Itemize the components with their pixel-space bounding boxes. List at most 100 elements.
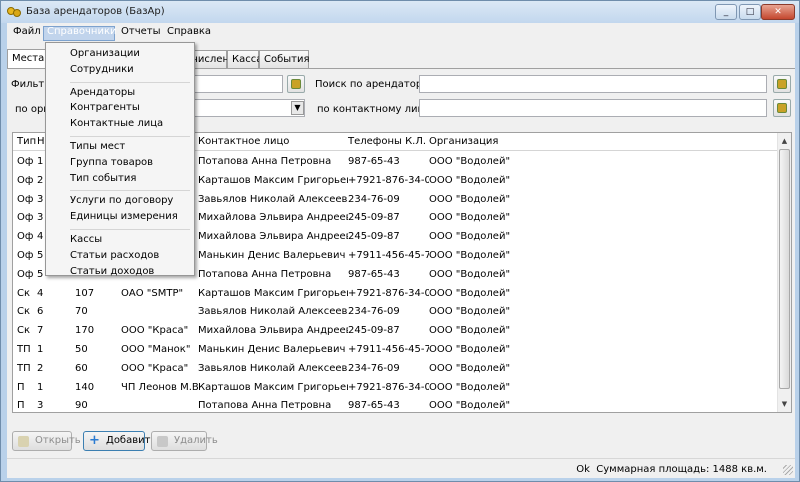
plus-icon: + [89,433,100,448]
table-cell: Михайлова Эльвира Андреевна [198,212,348,224]
close-button[interactable]: ✕ [761,4,795,20]
tab-places[interactable]: Места [7,49,47,68]
menu-separator [70,81,190,83]
table-cell: ООО "Водолей" [429,362,511,374]
table-cell: Завьялов Николай Алексеевич [198,362,348,374]
table-cell: 6 [37,306,44,318]
org-label: по орг [15,104,49,115]
delete-label: Удалить [174,435,218,446]
trash-icon [157,436,168,447]
dropdown-item[interactable]: Единицы измерения [70,211,178,222]
contact-search-input[interactable] [419,99,767,117]
app-icon [7,7,21,17]
search-icon [777,103,787,113]
org-combobox[interactable] [187,99,305,117]
table-cell: ООО "Водолей" [429,250,511,261]
dropdown-item[interactable]: Типы мест [70,141,125,152]
table-cell: ООО "Водолей" [429,325,511,337]
chevron-down-icon[interactable]: ▼ [291,101,304,115]
search-tenant-input[interactable] [419,75,767,93]
table-cell: 7 [37,325,44,337]
status-area: Суммарная площадь: 1488 кв.м. [596,464,767,475]
table-row[interactable]: Ск 7 170 ООО "Краса" Михайлова Эльвира Андре… [13,321,778,340]
vertical-scrollbar[interactable]: ▲ ▼ [777,133,791,412]
table-row[interactable]: П 1 140 ЧП Леонов М.В. Карташов Максим Григо… [13,378,778,397]
application-window: База арендаторов (БазАр) _ □ ✕ Файл Спра… [0,0,800,482]
table-cell: 234-76-09 [348,193,400,205]
minimize-button[interactable]: _ [715,4,737,20]
search-icon [777,79,787,89]
header-phones[interactable]: Телефоны К.Л. [348,136,426,147]
table-cell: ТП [17,344,31,355]
table-cell: 234-76-09 [348,362,400,374]
menu-separator [70,136,190,137]
tab-events[interactable]: События [259,50,310,68]
table-cell: +7921-876-34-09 [348,174,429,186]
menu-separator [70,190,190,192]
scroll-up-icon[interactable]: ▲ [779,134,790,148]
menu-references[interactable]: Справочники [47,26,117,37]
table-row[interactable]: ТП 1 50 ООО "Манок" Манькин Денис Валерьевич… [13,340,778,359]
table-cell: Оф [17,174,34,186]
resize-grip[interactable] [783,465,793,475]
table-cell: 140 [75,381,95,393]
add-label: Добавить [106,435,157,446]
table-cell: 90 [75,400,88,412]
table-cell: Потапова Анна Петровна [198,156,332,167]
scroll-thumb[interactable] [779,149,790,389]
add-button[interactable]: + Добавить [83,431,156,451]
maximize-button[interactable]: □ [739,4,761,20]
search-tenant-label: Поиск по арендатору: [315,79,432,90]
table-cell: Карташов Максим Григорьевич [198,174,348,186]
title-bar[interactable]: База арендаторов (БазАр) _ □ ✕ [1,1,799,23]
dropdown-item[interactable]: Группа товаров [70,157,153,168]
table-cell: ООО "Водолей" [429,268,511,280]
dropdown-item[interactable]: Арендаторы [70,87,135,98]
menu-file[interactable]: Файл [13,26,41,37]
table-cell: ООО "Водолей" [429,231,511,243]
table-cell: 70 [75,306,88,318]
status-ok: Ok [576,464,590,475]
dropdown-item[interactable]: Тип события [70,173,136,184]
table-cell: Ск [17,306,31,318]
table-cell: +7911-456-45-78 [348,250,429,261]
dropdown-item[interactable]: Организации [70,48,140,59]
delete-button[interactable]: Удалить [151,431,218,451]
dropdown-item[interactable]: Контрагенты [70,102,140,113]
dropdown-item[interactable]: Сотрудники [70,64,134,75]
table-row[interactable]: ТП 2 60 ООО "Краса" Завьялов Николай Алексее… [13,359,778,378]
table-row[interactable]: П 3 90 Потапова Анна Петровна 987-65-43 ООО "… [13,396,778,412]
search-tenant-button[interactable] [773,75,791,93]
dropdown-item[interactable]: Статьи доходов [70,266,154,277]
table-cell: +7921-876-34-09 [348,287,429,299]
header-organization[interactable]: Организация [429,136,498,147]
table-cell: ТП [17,362,31,374]
open-button[interactable]: Открыть [12,431,81,451]
filter-input[interactable] [187,75,283,93]
dropdown-item[interactable]: Контактные лица [70,118,163,129]
table-cell: Потапова Анна Петровна [198,268,332,280]
table-row[interactable]: Ск 6 70 Завьялов Николай Алексеевич 234-76-0… [13,302,778,321]
table-cell: 1 [37,344,44,355]
table-cell: Оф [17,250,34,261]
dropdown-item[interactable]: Услуги по договору [70,195,173,206]
table-cell: ООО "Манок" [121,344,191,355]
filter-icon [291,79,301,89]
header-contact[interactable]: Контактное лицо [198,136,289,147]
table-cell: 245-09-87 [348,231,400,243]
filter-apply-button[interactable] [287,75,305,93]
menu-help[interactable]: Справка [167,26,211,37]
status-bar: Ok Суммарная площадь: 1488 кв.м. [7,458,795,478]
table-cell: 245-09-87 [348,325,400,337]
dropdown-item[interactable]: Статьи расходов [70,250,159,261]
header-number[interactable]: Н [37,136,45,147]
scroll-down-icon[interactable]: ▼ [779,397,790,411]
header-type[interactable]: Тип [17,136,36,147]
tab-cashbox[interactable]: Касса [227,50,262,68]
table-cell: Карташов Максим Григорьевич [198,381,348,393]
table-row[interactable]: Ск 4 107 ОАО "SMTP" Карташов Максим Григорье… [13,284,778,303]
menu-reports[interactable]: Отчеты [121,26,160,37]
contact-search-button[interactable] [773,99,791,117]
dropdown-item[interactable]: Кассы [70,234,102,245]
table-cell: ООО "Водолей" [429,344,511,355]
